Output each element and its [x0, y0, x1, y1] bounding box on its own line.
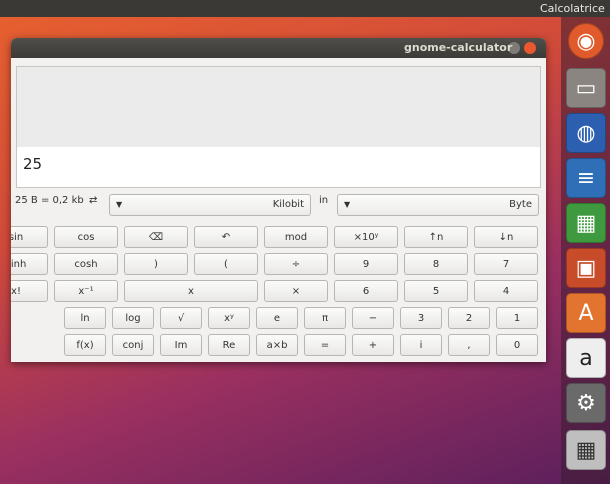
conversion-result: 25 B = 0,2 kb — [15, 195, 84, 206]
key-button[interactable]: cosh — [54, 253, 118, 275]
key-button[interactable]: , — [448, 334, 490, 356]
key-button[interactable]: 6 — [334, 280, 398, 302]
key-button[interactable]: x⁻¹ — [54, 280, 118, 302]
key-button[interactable]: √ — [160, 307, 202, 329]
key-button[interactable]: 2 — [448, 307, 490, 329]
key-button[interactable]: 1 — [496, 307, 538, 329]
key-button[interactable]: x! — [11, 280, 48, 302]
key-button[interactable]: + — [352, 334, 394, 356]
key-button[interactable]: xʸ — [208, 307, 250, 329]
key-button[interactable]: = — [304, 334, 346, 356]
key-button[interactable]: cos — [54, 226, 118, 248]
window-title: gnome-calculator — [404, 41, 513, 54]
history-area — [17, 67, 540, 147]
key-button[interactable]: 0 — [496, 334, 538, 356]
from-unit-select[interactable]: ▼ Byte — [337, 194, 539, 216]
key-button[interactable]: Im — [160, 334, 202, 356]
key-button[interactable]: × — [264, 280, 328, 302]
key-button[interactable]: ÷ — [264, 253, 328, 275]
key-button[interactable]: ln — [64, 307, 106, 329]
key-button[interactable]: i — [400, 334, 442, 356]
key-button[interactable]: 7 — [474, 253, 538, 275]
key-button[interactable]: ↓n — [474, 226, 538, 248]
key-button[interactable]: 4 — [474, 280, 538, 302]
launcher: ◉ ▭ ◍ ≡ ▦ ▣ A a ⚙ ▦ — [561, 17, 610, 484]
key-button[interactable]: mod — [264, 226, 328, 248]
key-button[interactable]: ×10ʸ — [334, 226, 398, 248]
key-button[interactable]: a×b — [256, 334, 298, 356]
key-button[interactable]: ( — [194, 253, 258, 275]
key-button[interactable]: sin — [11, 226, 48, 248]
system-settings-icon[interactable]: ⚙ — [566, 383, 606, 423]
key-button[interactable]: − — [352, 307, 394, 329]
close-icon[interactable] — [524, 42, 536, 54]
key-button[interactable]: ↶ — [194, 226, 258, 248]
swap-units-icon[interactable]: ⇄ — [89, 195, 97, 215]
key-button[interactable]: ↑n — [404, 226, 468, 248]
key-button[interactable]: 8 — [404, 253, 468, 275]
key-button[interactable]: conj — [112, 334, 154, 356]
calc-icon[interactable]: ▦ — [566, 203, 606, 243]
key-button[interactable]: e — [256, 307, 298, 329]
writer-icon[interactable]: ≡ — [566, 158, 606, 198]
calculator-icon[interactable]: ▦ — [566, 430, 606, 470]
key-button[interactable]: 3 — [400, 307, 442, 329]
display-value: 25 — [23, 155, 43, 173]
key-button[interactable]: log — [112, 307, 154, 329]
chevron-down-icon: ▼ — [344, 200, 351, 209]
calculator-window: gnome-calculator 25 25 B = 0,2 kb ⇄ ▼ Ki… — [11, 38, 546, 362]
titlebar: gnome-calculator — [11, 38, 546, 58]
top-panel: Calcolatrice — [0, 0, 610, 17]
key-button[interactable]: f(x) — [64, 334, 106, 356]
in-label: in — [319, 195, 329, 206]
key-button[interactable]: Re — [208, 334, 250, 356]
firefox-icon[interactable]: ◍ — [566, 113, 606, 153]
key-button[interactable]: x — [124, 280, 258, 302]
to-unit-select[interactable]: ▼ Kilobit — [109, 194, 311, 216]
key-button[interactable]: 5 — [404, 280, 468, 302]
chevron-down-icon: ▼ — [116, 200, 123, 209]
files-icon[interactable]: ▭ — [566, 68, 606, 108]
key-button[interactable]: sinh — [11, 253, 48, 275]
software-center-icon[interactable]: A — [566, 293, 606, 333]
ubuntu-logo-icon[interactable]: ◉ — [568, 23, 604, 59]
key-button[interactable]: π — [304, 307, 346, 329]
display-area[interactable]: 25 — [16, 66, 541, 188]
amazon-icon[interactable]: a — [566, 338, 606, 378]
top-panel-title: Calcolatrice — [540, 2, 605, 15]
key-button[interactable]: ⌫ — [124, 226, 188, 248]
key-button[interactable]: 9 — [334, 253, 398, 275]
impress-icon[interactable]: ▣ — [566, 248, 606, 288]
key-button[interactable]: ) — [124, 253, 188, 275]
